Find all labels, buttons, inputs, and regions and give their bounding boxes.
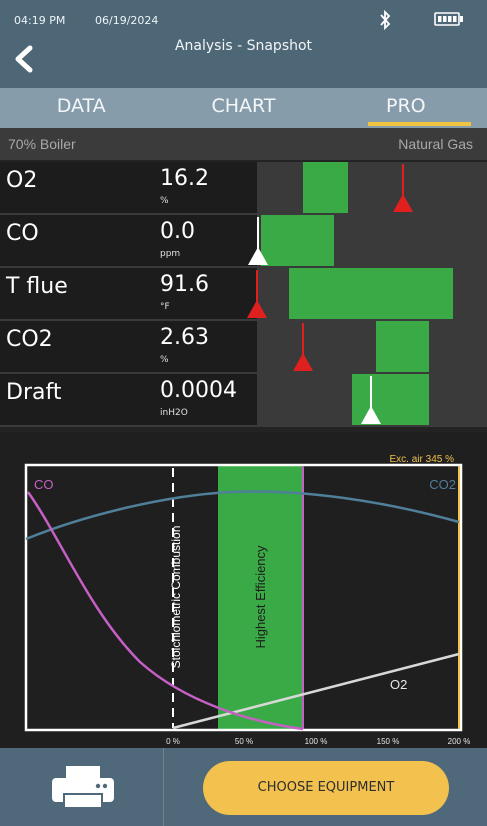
tab-pro[interactable]: PRO (325, 88, 487, 128)
measurement-value: 16.2 (160, 166, 209, 191)
measurement-unit: % (160, 196, 169, 206)
measurement-value: 0.0004 (160, 378, 237, 403)
measurement-unit: % (160, 355, 169, 365)
target-zone (303, 162, 348, 213)
red-marker-icon (247, 270, 267, 318)
back-button[interactable] (8, 40, 42, 78)
x-tick-label: 0 % (166, 737, 180, 746)
choose-equipment-button[interactable]: CHOOSE EQUIPMENT (203, 761, 449, 815)
tab-bar: DATA CHART PRO (0, 88, 487, 128)
range-bar (257, 374, 487, 425)
range-bar (257, 321, 487, 372)
page-title: Analysis - Snapshot (174, 38, 313, 54)
footer-divider (163, 748, 164, 826)
status-date: 06/19/2024 (95, 14, 159, 27)
co-curve-label: CO (34, 477, 54, 492)
red-marker-icon (393, 164, 413, 212)
exc-air-label: Exc. air 345 % (390, 454, 455, 465)
target-zone (376, 321, 429, 372)
o2-curve (172, 652, 460, 730)
measurement-unit: inH2O (160, 408, 188, 418)
battery-icon (434, 12, 463, 26)
measurement-name: CO (6, 221, 39, 246)
co2-curve-label: CO2 (429, 477, 456, 492)
fuel-label: Natural Gas (398, 136, 473, 152)
range-bar (248, 215, 487, 266)
x-tick-label: 50 % (235, 737, 253, 746)
x-tick-label: 150 % (377, 737, 400, 746)
measurement-value: 91.6 (160, 272, 209, 297)
measurement-name: T flue (6, 274, 68, 299)
appliance-label: 70% Boiler (8, 136, 76, 152)
target-zone (289, 268, 453, 319)
white-marker-icon (361, 376, 381, 424)
x-tick-label: 200 % (448, 737, 471, 746)
appliance-info-bar: 70% Boiler Natural Gas (0, 128, 487, 160)
measurement-row-draft: Draft 0.0004 inH2O (0, 374, 487, 427)
tab-chart[interactable]: CHART (162, 88, 324, 128)
status-time: 04:19 PM (14, 14, 66, 27)
measurement-row-tflue: T flue 91.6 °F (0, 268, 487, 321)
bluetooth-icon (380, 10, 391, 30)
measurement-row-co: CO 0.0 ppm (0, 215, 487, 268)
efficiency-label: Highest Efficiency (253, 545, 268, 649)
white-marker-icon (248, 217, 268, 265)
measurement-unit: °F (160, 302, 170, 312)
measurement-name: CO2 (6, 327, 53, 352)
measurement-unit: ppm (160, 249, 181, 259)
measurement-row-o2: O2 16.2 % (0, 162, 487, 215)
stoichiometric-label: Stoichiometric Combustion (169, 526, 183, 669)
printer-icon[interactable] (48, 764, 118, 810)
red-marker-icon (293, 323, 313, 371)
x-tick-label: 100 % (305, 737, 328, 746)
header-bar: 04:19 PM 06/19/2024 Analysis - Snapshot (0, 0, 487, 88)
target-zone (261, 215, 334, 266)
range-bar (247, 268, 487, 319)
tab-data[interactable]: DATA (0, 88, 162, 128)
o2-curve-label: O2 (390, 677, 407, 692)
measurement-name: Draft (6, 380, 62, 405)
measurement-row-co2: CO2 2.63 % (0, 321, 487, 374)
range-bar (257, 162, 487, 213)
combustion-chart-svg: Exc. air 345 % CO CO2 O2 Stoichiometric … (24, 454, 471, 746)
combustion-chart: Exc. air 345 % CO CO2 O2 Stoichiometric … (0, 432, 487, 748)
measurement-name: O2 (6, 168, 38, 193)
measurement-value: 2.63 (160, 325, 209, 350)
measurement-value: 0.0 (160, 219, 195, 244)
